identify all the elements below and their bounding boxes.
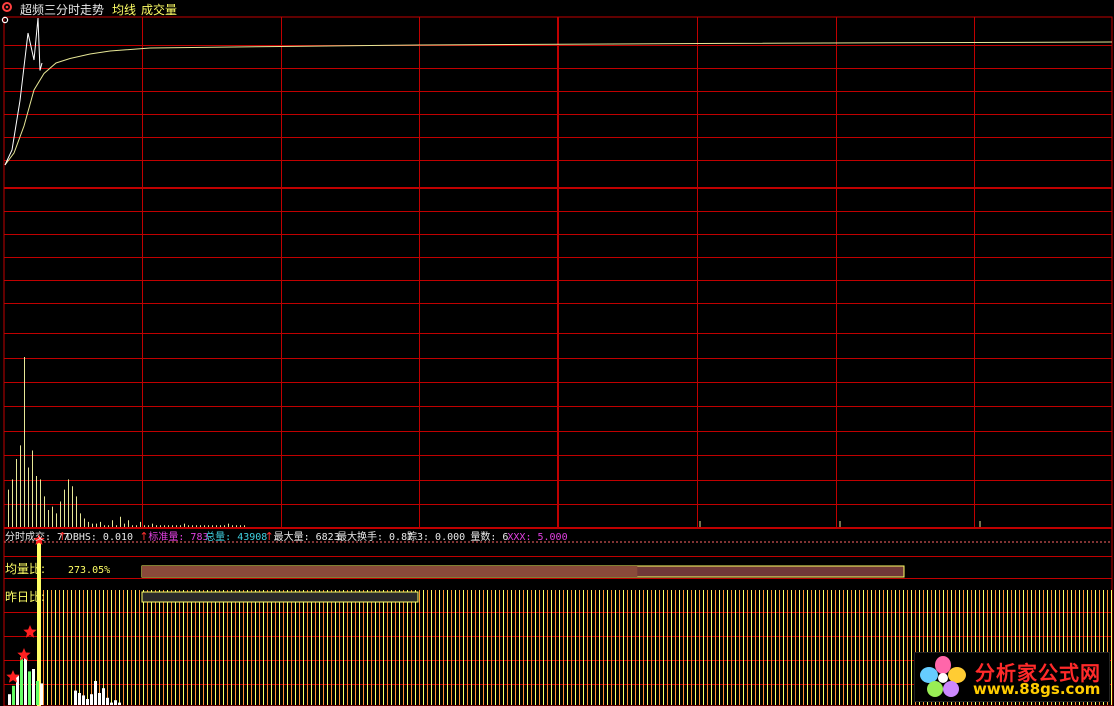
indicator-value: XXX: 5.000 — [507, 532, 567, 543]
lower-bar — [90, 694, 93, 705]
lower-bar — [16, 675, 19, 705]
lower-bar — [36, 681, 39, 705]
indicator-value: 总量: 43908 — [205, 530, 267, 543]
indicator-row: 分时成交: 77↑ DBHS: 0.010 ↑ 标准量: 783总量: 43908↑ 最… — [5, 530, 568, 543]
avg-volume-ratio-bar — [142, 566, 638, 577]
avg-line-label: 均线 — [112, 3, 136, 17]
prev-day-ratio-label: 昨日比: — [5, 590, 45, 604]
lower-bar — [78, 693, 81, 705]
lower-bar — [102, 688, 105, 705]
watermark-url: www.88gs.com — [973, 680, 1101, 698]
lower-bar — [28, 671, 31, 705]
up-arrow-icon: ↑ — [58, 530, 67, 543]
avg-volume-ratio-label: 均量比: — [5, 562, 45, 576]
chart-title: 超频三分时走势 — [20, 2, 104, 17]
lower-bar — [74, 690, 77, 705]
lower-bar — [94, 681, 97, 705]
lower-bar — [24, 654, 27, 705]
star-icon — [23, 625, 37, 638]
indicator-value: DBHS: 0.010 — [67, 532, 133, 543]
lower-bar — [110, 702, 113, 705]
indicator-value: 标准量: 783 — [148, 531, 208, 543]
lower-bar — [82, 695, 85, 705]
lower-bar — [20, 657, 23, 705]
lower-bar — [40, 683, 43, 705]
indicator-value: 量数: 6 — [470, 530, 508, 543]
volume-label: 成交量 — [141, 2, 177, 17]
lower-bar — [32, 669, 35, 705]
gear-icon[interactable] — [2, 2, 12, 12]
flower-logo-icon — [920, 656, 966, 697]
lower-bar — [114, 700, 117, 705]
grid-lines — [3, 16, 1113, 706]
chart-canvas[interactable]: 超频三分时走势 均线 成交量 分时成交: 77↑ DBHS: 0.010 ↑ 标准量:… — [0, 0, 1114, 706]
lower-bar — [8, 694, 11, 705]
up-arrow-icon: ↑ — [139, 530, 148, 543]
lower-bar — [98, 693, 101, 705]
indicator-value: 最大换手: 0.87 — [337, 530, 413, 543]
lower-bar — [12, 685, 15, 705]
small-gear-icon — [1, 16, 9, 24]
indicator-value: 最大量: 6823 — [274, 530, 340, 543]
lower-bar — [86, 699, 89, 705]
avg-volume-ratio-value: 273.05% — [68, 565, 110, 576]
prev-day-ratio-bar — [141, 591, 419, 603]
lower-bar — [118, 702, 121, 705]
indicator-value: 踪3: 0.000 — [407, 530, 465, 543]
watermark-logo: 分析家公式网 www.88gs.com — [914, 652, 1110, 702]
lower-bar — [106, 697, 109, 705]
up-arrow-icon: ↑ — [265, 530, 274, 543]
